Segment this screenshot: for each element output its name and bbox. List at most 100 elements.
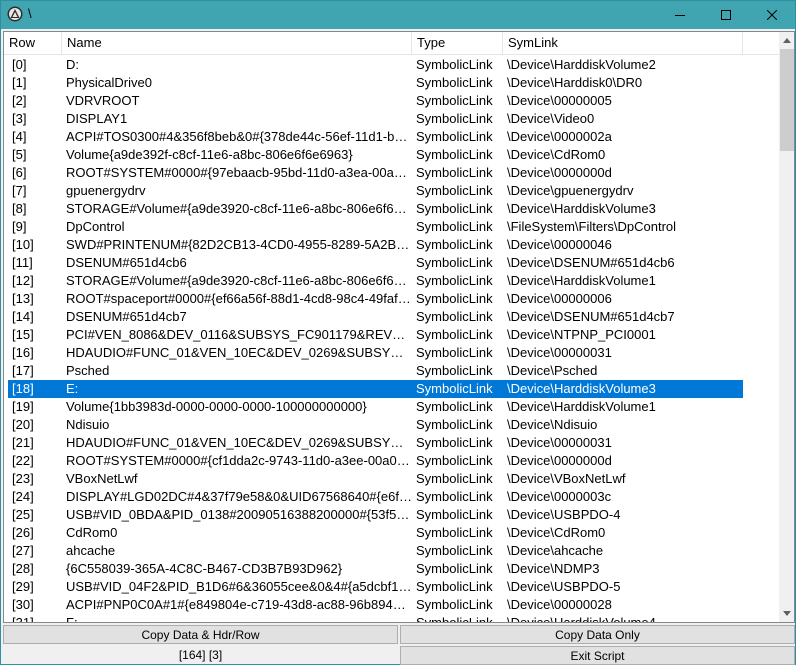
symlink-listview[interactable]: Row Name Type SymLink [0] D: SymbolicLink \…	[3, 31, 795, 623]
cell-name: Volume{1bb3983d-0000-0000-0000-100000000…	[66, 399, 367, 414]
cell-symlink: \Device\DSENUM#651d4cb6	[507, 255, 675, 270]
table-row[interactable]: [15] PCI#VEN_8086&DEV_0116&SUBSYS_FC90117…	[4, 326, 779, 344]
cell-row: [11]	[12, 255, 33, 270]
table-row[interactable]: [6] ROOT#SYSTEM#0000#{97ebaacb-95bd-11d0-…	[4, 164, 779, 182]
minimize-button[interactable]	[657, 1, 703, 29]
table-row[interactable]: [3] DISPLAY1 SymbolicLink \Device\Video0	[4, 110, 779, 128]
table-row[interactable]: [22] ROOT#SYSTEM#0000#{cf1dda2c-9743-11d0…	[4, 452, 779, 470]
column-header-type[interactable]: Type	[412, 32, 503, 55]
cell-row: [13]	[12, 291, 34, 306]
cell-name: DISPLAY#LGD02DC#4&37f79e58&0&UID67568640…	[66, 489, 412, 504]
cell-row: [7]	[12, 183, 27, 198]
window-title: \	[28, 6, 32, 21]
column-header-symlink[interactable]: SymLink	[503, 32, 743, 55]
cell-row: [0]	[12, 57, 27, 72]
scrollbar-thumb[interactable]	[780, 49, 794, 151]
cell-symlink: \Device\0000000d	[507, 165, 612, 180]
table-row[interactable]: [26] CdRom0 SymbolicLink \Device\CdRom0	[4, 524, 779, 542]
cell-name: DISPLAY1	[66, 111, 128, 126]
table-row[interactable]: [7] gpuenergydrv SymbolicLink \Device\gpuen…	[4, 182, 779, 200]
cell-name: USB#VID_04F2&PID_B1D6#6&36055cee&0&4#{a5…	[66, 579, 412, 594]
cell-row: [18]	[12, 381, 34, 396]
table-row[interactable]: [16] HDAUDIO#FUNC_01&VEN_10EC&DEV_0269&SU…	[4, 344, 779, 362]
cell-name: {6C558039-365A-4C8C-B467-CD3B7B93D962}	[66, 561, 343, 576]
cell-name: ROOT#SYSTEM#0000#{cf1dda2c-9743-11d0-a3e…	[66, 453, 412, 468]
cell-type: SymbolicLink	[416, 489, 493, 504]
cell-row: [25]	[12, 507, 34, 522]
table-row[interactable]: [27] ahcache SymbolicLink \Device\ahcache	[4, 542, 779, 560]
table-row[interactable]: [2] VDRVROOT SymbolicLink \Device\00000005	[4, 92, 779, 110]
table-row[interactable]: [17] Psched SymbolicLink \Device\Psched	[4, 362, 779, 380]
autoit-triangle-icon[interactable]	[7, 6, 23, 22]
cell-symlink: \Device\CdRom0	[507, 147, 606, 162]
cell-type: SymbolicLink	[416, 309, 493, 324]
table-row[interactable]: [14] DSENUM#651d4cb7 SymbolicLink \Device\D…	[4, 308, 779, 326]
cell-name: PhysicalDrive0	[66, 75, 152, 90]
cell-type: SymbolicLink	[416, 237, 493, 252]
cell-name: ahcache	[66, 543, 116, 558]
cell-symlink: \Device\NTPNP_PCI0001	[507, 327, 656, 342]
scroll-up-button[interactable]	[779, 32, 794, 49]
cell-type: SymbolicLink	[416, 183, 493, 198]
cell-row: [10]	[12, 237, 34, 252]
table-row[interactable]: [4] ACPI#TOS0300#4&356f8beb&0#{378de44c-5…	[4, 128, 779, 146]
cell-name: STORAGE#Volume#{a9de3920-c8cf-11e6-a8bc-…	[66, 273, 412, 288]
scroll-down-button[interactable]	[779, 605, 794, 622]
table-row[interactable]: [23] VBoxNetLwf SymbolicLink \Device\VBoxNe…	[4, 470, 779, 488]
cell-type: SymbolicLink	[416, 417, 493, 432]
table-row[interactable]: [1] PhysicalDrive0 SymbolicLink \Device\Har…	[4, 74, 779, 92]
table-row[interactable]: [30] ACPI#PNP0C0A#1#{e849804e-c719-43d8-a…	[4, 596, 779, 614]
table-row[interactable]: [12] STORAGE#Volume#{a9de3920-c8cf-11e6-a…	[4, 272, 779, 290]
table-row[interactable]: [10] SWD#PRINTENUM#{82D2CB13-4CD0-4955-82…	[4, 236, 779, 254]
table-row[interactable]: [31] F: SymbolicLink \Device\HarddiskVolume…	[4, 614, 779, 622]
column-header-row[interactable]: Row	[4, 32, 62, 55]
cell-symlink: \Device\Harddisk0\DR0	[507, 75, 643, 90]
table-row[interactable]: [28] {6C558039-365A-4C8C-B467-CD3B7B93D96…	[4, 560, 779, 578]
title-bar[interactable]: \	[1, 1, 795, 29]
cell-row: [14]	[12, 309, 34, 324]
cell-symlink: \FileSystem\Filters\DpControl	[507, 219, 677, 234]
cell-symlink: \Device\Psched	[507, 363, 598, 378]
table-row[interactable]: [29] USB#VID_04F2&PID_B1D6#6&36055cee&0&4…	[4, 578, 779, 596]
table-row[interactable]: [18] E: SymbolicLink \Device\HarddiskVolume…	[4, 380, 779, 398]
table-row[interactable]: [25] USB#VID_0BDA&PID_0138#20090516388200…	[4, 506, 779, 524]
cell-row: [28]	[12, 561, 34, 576]
cell-symlink: \Device\USBPDO-4	[507, 507, 621, 522]
cell-row: [17]	[12, 363, 34, 378]
table-row[interactable]: [24] DISPLAY#LGD02DC#4&37f79e58&0&UID6756…	[4, 488, 779, 506]
cell-symlink: \Device\CdRom0	[507, 525, 606, 540]
copy-data-hdr-row-button[interactable]: Copy Data & Hdr/Row	[3, 625, 398, 644]
cell-type: SymbolicLink	[416, 75, 493, 90]
chevron-up-icon	[783, 38, 791, 43]
listview-header: Row Name Type SymLink	[4, 32, 779, 55]
table-row[interactable]: [21] HDAUDIO#FUNC_01&VEN_10EC&DEV_0269&SU…	[4, 434, 779, 452]
chevron-down-icon	[783, 611, 791, 616]
maximize-icon	[721, 10, 731, 20]
table-row[interactable]: [5] Volume{a9de392f-c8cf-11e6-a8bc-806e6f…	[4, 146, 779, 164]
minimize-icon	[675, 15, 685, 16]
table-row[interactable]: [13] ROOT#spaceport#0000#{ef66a56f-88d1-4…	[4, 290, 779, 308]
cell-row: [27]	[12, 543, 34, 558]
table-row[interactable]: [8] STORAGE#Volume#{a9de3920-c8cf-11e6-a8…	[4, 200, 779, 218]
cell-type: SymbolicLink	[416, 399, 493, 414]
maximize-button[interactable]	[703, 1, 749, 29]
copy-data-only-button[interactable]: Copy Data Only	[400, 625, 795, 644]
cell-row: [30]	[12, 597, 34, 612]
table-row[interactable]: [19] Volume{1bb3983d-0000-0000-0000-10000…	[4, 398, 779, 416]
cell-name: D:	[66, 57, 79, 72]
table-row[interactable]: [11] DSENUM#651d4cb6 SymbolicLink \Device\D…	[4, 254, 779, 272]
cell-symlink: \Device\DSENUM#651d4cb7	[507, 309, 675, 324]
table-row[interactable]: [0] D: SymbolicLink \Device\HarddiskVolume2	[4, 56, 779, 74]
exit-script-button[interactable]: Exit Script	[400, 646, 795, 665]
cell-row: [22]	[12, 453, 34, 468]
close-button[interactable]	[749, 1, 795, 29]
cell-symlink: \Device\00000005	[507, 93, 612, 108]
cell-type: SymbolicLink	[416, 471, 493, 486]
cell-name: ROOT#SYSTEM#0000#{97ebaacb-95bd-11d0-a3e…	[66, 165, 412, 180]
cell-name: USB#VID_0BDA&PID_0138#20090516388200000#…	[66, 507, 412, 522]
column-header-name[interactable]: Name	[62, 32, 412, 55]
table-row[interactable]: [9] DpControl SymbolicLink \FileSystem\Filt…	[4, 218, 779, 236]
vertical-scrollbar[interactable]	[779, 32, 794, 622]
table-row[interactable]: [20] Ndisuio SymbolicLink \Device\Ndisuio	[4, 416, 779, 434]
cell-symlink: \Device\Video0	[507, 111, 595, 126]
